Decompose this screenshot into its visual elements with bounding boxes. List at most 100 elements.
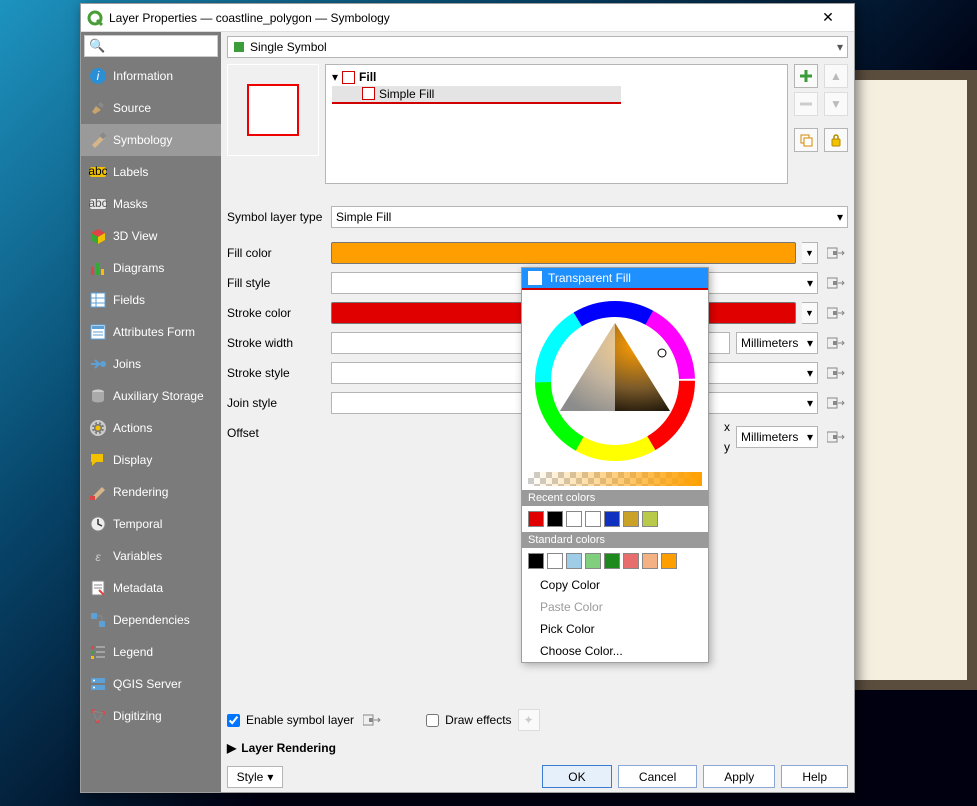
color-swatch[interactable]	[642, 511, 658, 527]
fill-color-button[interactable]	[331, 242, 796, 264]
color-wheel[interactable]	[522, 290, 708, 472]
color-swatch[interactable]	[528, 553, 544, 569]
tab-masks[interactable]: abcMasks	[81, 188, 221, 220]
duplicate-symbol-layer-button[interactable]	[794, 128, 818, 152]
stroke-width-unit-combo[interactable]: Millimeters▾	[736, 332, 818, 354]
choose-color-item[interactable]: Choose Color...	[522, 640, 708, 662]
tab-variables[interactable]: εVariables	[81, 540, 221, 572]
tab-dependencies[interactable]: Dependencies	[81, 604, 221, 636]
data-defined-override-button[interactable]	[824, 242, 848, 264]
offset-unit-combo[interactable]: Millimeters▾	[736, 426, 818, 448]
move-down-button[interactable]: ▼	[824, 92, 848, 116]
alpha-slider[interactable]	[528, 472, 702, 486]
tab-attributes-form[interactable]: Attributes Form	[81, 316, 221, 348]
tab-symbology[interactable]: Symbology	[81, 124, 221, 156]
tab-source[interactable]: Source	[81, 92, 221, 124]
color-swatch[interactable]	[566, 553, 582, 569]
tab-actions[interactable]: Actions	[81, 412, 221, 444]
color-swatch[interactable]	[547, 553, 563, 569]
svg-text:ε: ε	[95, 550, 101, 564]
color-swatch[interactable]	[547, 511, 563, 527]
copy-color-item[interactable]: Copy Color	[522, 574, 708, 596]
tab-auxiliary-storage[interactable]: Auxiliary Storage	[81, 380, 221, 412]
lock-button[interactable]	[824, 128, 848, 152]
triangle-down-icon: ▼	[830, 97, 842, 111]
color-swatch[interactable]	[528, 511, 544, 527]
ok-button[interactable]: OK	[542, 765, 612, 788]
color-swatch[interactable]	[585, 511, 601, 527]
apply-button[interactable]: Apply	[703, 765, 775, 788]
info-icon: i	[89, 67, 107, 85]
color-swatch[interactable]	[623, 553, 639, 569]
expand-icon[interactable]: ▾	[332, 70, 338, 84]
stroke-color-dropdown[interactable]: ▼	[802, 302, 818, 324]
tab-qgis-server[interactable]: QGIS Server	[81, 668, 221, 700]
tab-temporal[interactable]: Temporal	[81, 508, 221, 540]
color-swatch[interactable]	[642, 553, 658, 569]
color-swatch[interactable]	[661, 553, 677, 569]
symbol-layer-tree[interactable]: ▾ Fill Simple Fill	[325, 64, 788, 184]
data-defined-override-button[interactable]	[824, 426, 848, 448]
enable-symbol-layer-checkbox[interactable]	[227, 714, 240, 727]
diagrams-icon	[89, 259, 107, 277]
triangle-up-icon: ▲	[830, 69, 842, 83]
tab-legend[interactable]: Legend	[81, 636, 221, 668]
tab-digitizing[interactable]: Digitizing	[81, 700, 221, 732]
data-defined-override-button[interactable]	[824, 272, 848, 294]
data-defined-override-button[interactable]	[360, 709, 384, 731]
color-swatch[interactable]	[604, 511, 620, 527]
cancel-button[interactable]: Cancel	[618, 765, 697, 788]
transparent-fill-option[interactable]: Transparent Fill	[522, 268, 708, 290]
fill-color-dropdown[interactable]: ▼	[802, 242, 818, 264]
single-symbol-icon	[232, 40, 246, 54]
tab-metadata[interactable]: Metadata	[81, 572, 221, 604]
effects-button[interactable]: ✦	[518, 709, 540, 731]
close-button[interactable]: ✕	[808, 9, 848, 26]
tree-row-simple-fill[interactable]: Simple Fill	[332, 86, 621, 104]
joins-icon	[89, 355, 107, 373]
color-swatch[interactable]	[566, 511, 582, 527]
tab-rendering[interactable]: Rendering	[81, 476, 221, 508]
remove-symbol-layer-button[interactable]	[794, 92, 818, 116]
tab-information[interactable]: iInformation	[81, 60, 221, 92]
sidebar-search[interactable]: 🔍	[84, 35, 218, 57]
tab-display[interactable]: Display	[81, 444, 221, 476]
style-button[interactable]: Style▾	[227, 766, 283, 788]
symbol-layer-type-combo[interactable]: Simple Fill▾	[331, 206, 848, 228]
data-defined-override-button[interactable]	[824, 362, 848, 384]
chevron-down-icon: ▾	[837, 40, 843, 54]
tab-labels[interactable]: abcLabels	[81, 156, 221, 188]
transparent-swatch	[528, 271, 542, 285]
recent-colors-header: Recent colors	[522, 490, 708, 506]
data-defined-override-button[interactable]	[824, 302, 848, 324]
symbol-mode-combo[interactable]: Single Symbol ▾	[227, 36, 848, 58]
duplicate-icon	[799, 133, 813, 147]
help-button[interactable]: Help	[781, 765, 848, 788]
data-defined-override-button[interactable]	[824, 392, 848, 414]
tab-diagrams[interactable]: Diagrams	[81, 252, 221, 284]
draw-effects-checkbox[interactable]	[426, 714, 439, 727]
svg-text:abc: abc	[89, 164, 107, 178]
actions-icon	[89, 419, 107, 437]
tab-fields[interactable]: Fields	[81, 284, 221, 316]
move-up-button[interactable]: ▲	[824, 64, 848, 88]
source-icon	[89, 99, 107, 117]
pick-color-item[interactable]: Pick Color	[522, 618, 708, 640]
color-swatch[interactable]	[585, 553, 601, 569]
titlebar: Layer Properties — coastline_polygon — S…	[81, 4, 854, 32]
override-icon	[827, 395, 845, 411]
sidebar: 🔍 iInformation Source Symbology abcLabel…	[81, 32, 221, 792]
color-swatch[interactable]	[623, 511, 639, 527]
search-icon: 🔍	[89, 38, 105, 54]
tree-row-fill[interactable]: ▾ Fill	[332, 68, 781, 86]
data-defined-override-button[interactable]	[824, 332, 848, 354]
add-symbol-layer-button[interactable]	[794, 64, 818, 88]
layer-rendering-toggle[interactable]: ▶ Layer Rendering	[227, 741, 848, 755]
storage-icon	[89, 387, 107, 405]
temporal-icon	[89, 515, 107, 533]
color-picker-popup: Transparent Fill	[521, 267, 709, 663]
tab-3dview[interactable]: 3D View	[81, 220, 221, 252]
color-swatch[interactable]	[604, 553, 620, 569]
dependencies-icon	[89, 611, 107, 629]
tab-joins[interactable]: Joins	[81, 348, 221, 380]
